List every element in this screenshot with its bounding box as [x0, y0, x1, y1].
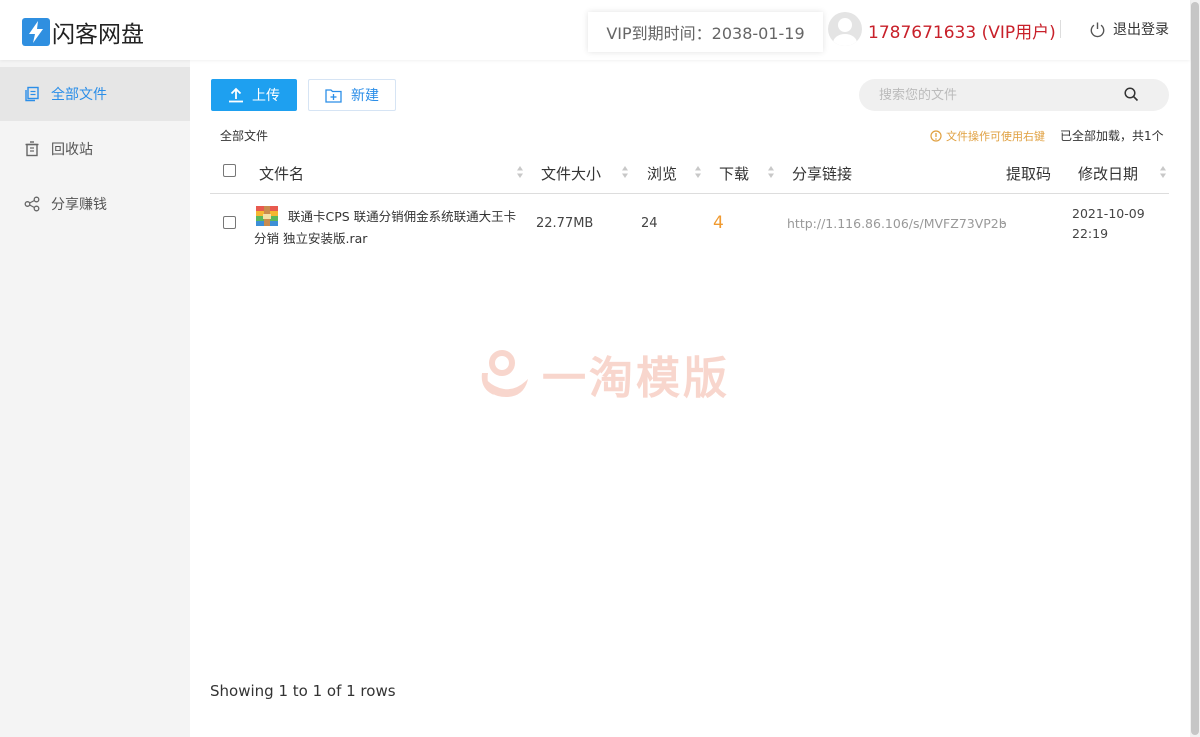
top-header: 闪客网盘 VIP到期时间：2038-01-19 1787671633 (VIP用…: [0, 0, 1190, 60]
vip-expiry: VIP到期时间：2038-01-19: [588, 12, 823, 52]
modified-date: 2021-10-09: [1072, 206, 1145, 221]
info-icon: [930, 130, 942, 142]
breadcrumb[interactable]: 全部文件: [220, 127, 268, 144]
user-name[interactable]: 1787671633 (VIP用户): [868, 18, 1056, 43]
page-scrollbar[interactable]: [1190, 0, 1200, 737]
right-click-hint: 文件操作可使用右键: [930, 128, 1045, 144]
sidebar-item-all-files[interactable]: 全部文件: [0, 67, 190, 121]
sidebar: 全部文件 回收站 分享赚钱: [0, 60, 190, 737]
column-header-size[interactable]: 文件大小: [541, 163, 601, 184]
main-content: 上传 新建 全部文件 文件操作可使用右键 已全部加载，共1个 文件名 文件大小 …: [190, 60, 1190, 737]
select-all-checkbox[interactable]: [223, 164, 236, 177]
header-divider: [1060, 20, 1061, 38]
logout-label: 退出登录: [1113, 22, 1169, 38]
app-name: 闪客网盘: [52, 22, 144, 48]
hint-text: 文件操作可使用右键: [946, 130, 1045, 143]
modified-time: 22:19: [1072, 226, 1109, 241]
add-folder-icon: [325, 88, 342, 103]
share-icon: [24, 196, 40, 212]
column-header-share-link: 分享链接: [792, 165, 853, 183]
sidebar-item-recycle-bin[interactable]: 回收站: [0, 122, 190, 176]
avatar[interactable]: [828, 12, 862, 46]
table-header: 文件名 文件大小 浏览 下载 分享链接 提取码 修改日期: [210, 153, 1169, 194]
watermark-logo-icon: [481, 350, 528, 397]
sidebar-item-label: 回收站: [51, 142, 93, 158]
extract-code: -: [1001, 216, 1006, 231]
scrollbar-thumb[interactable]: [1191, 2, 1199, 735]
watermark: 一淘模版: [480, 342, 730, 406]
sidebar-item-share-earn[interactable]: 分享赚钱: [0, 177, 190, 231]
sort-icon[interactable]: [516, 165, 524, 179]
trash-icon: [25, 141, 39, 157]
column-header-date[interactable]: 修改日期: [1078, 163, 1138, 184]
logout-button[interactable]: 退出登录: [1089, 19, 1169, 39]
download-count: 4: [713, 213, 724, 233]
logo[interactable]: 闪客网盘: [22, 15, 144, 49]
sort-icon[interactable]: [694, 165, 702, 179]
row-checkbox[interactable]: [223, 216, 236, 229]
sidebar-item-label: 分享赚钱: [51, 197, 107, 213]
view-count: 24: [641, 216, 658, 231]
sidebar-item-label: 全部文件: [51, 87, 107, 103]
column-header-downloads[interactable]: 下载: [719, 163, 749, 184]
load-status: 已全部加载，共1个: [1060, 129, 1164, 143]
table-row[interactable]: 联通卡CPS 联通分销佣金系统联通大王卡分销 独立安装版.rar 22.77MB…: [210, 196, 1169, 254]
power-icon: [1090, 22, 1105, 37]
sort-icon[interactable]: [767, 165, 775, 179]
search-input[interactable]: [879, 85, 1119, 105]
watermark-text: 一淘模版: [542, 353, 730, 404]
column-header-views[interactable]: 浏览: [647, 163, 677, 184]
upload-label: 上传: [252, 88, 280, 104]
search-box: [859, 79, 1169, 111]
column-header-name[interactable]: 文件名: [259, 163, 304, 184]
file-name[interactable]: 联通卡CPS 联通分销佣金系统联通大王卡分销 独立安装版.rar: [254, 206, 519, 250]
pagination-info: Showing 1 to 1 of 1 rows: [210, 682, 396, 700]
sort-icon[interactable]: [621, 165, 629, 179]
file-size: 22.77MB: [536, 216, 594, 231]
upload-icon: [229, 87, 243, 103]
column-header-code: 提取码: [1006, 165, 1052, 183]
new-folder-button[interactable]: 新建: [308, 79, 396, 111]
folder-icon: [25, 86, 39, 102]
sort-icon[interactable]: [1159, 165, 1167, 179]
lightning-icon: [22, 18, 50, 46]
search-icon[interactable]: [1124, 87, 1139, 102]
share-link[interactable]: http://1.116.86.106/s/MVFZ73VP2b: [787, 216, 1007, 231]
upload-button[interactable]: 上传: [211, 79, 297, 111]
new-label: 新建: [351, 88, 379, 104]
